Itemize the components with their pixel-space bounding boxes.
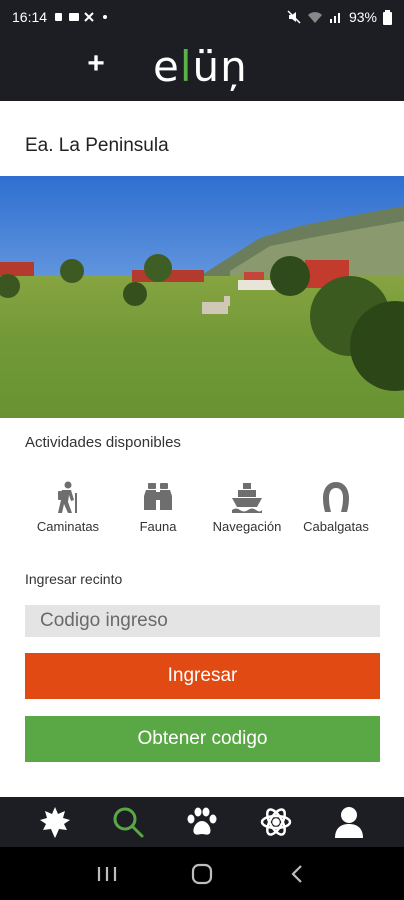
battery-icon bbox=[383, 9, 392, 25]
back-button[interactable] bbox=[279, 856, 315, 892]
nav-fauna[interactable] bbox=[182, 802, 222, 842]
activity-label: Cabalgatas bbox=[303, 519, 369, 534]
leaf-icon bbox=[39, 807, 70, 838]
search-icon bbox=[113, 807, 144, 838]
notification-icons bbox=[55, 12, 108, 22]
atom-icon bbox=[260, 808, 291, 836]
access-heading: Ingresar recinto bbox=[25, 571, 123, 587]
activity-cabalgatas[interactable]: Cabalgatas bbox=[286, 480, 386, 540]
hiker-icon bbox=[51, 480, 85, 514]
activity-fauna[interactable]: Fauna bbox=[108, 480, 208, 540]
activity-caminatas[interactable]: Caminatas bbox=[18, 480, 118, 540]
nav-atom[interactable] bbox=[256, 802, 296, 842]
home-button[interactable] bbox=[184, 856, 220, 892]
horseshoe-icon bbox=[319, 480, 353, 514]
mute-icon bbox=[287, 10, 301, 24]
system-nav bbox=[0, 847, 404, 900]
binoculars-icon bbox=[141, 480, 175, 514]
paw-icon bbox=[187, 807, 217, 835]
recent-apps-icon bbox=[98, 866, 117, 881]
place-title: Ea. La Peninsula bbox=[25, 135, 169, 156]
status-bar: 16:14 93% bbox=[0, 0, 404, 34]
recent-apps-button[interactable] bbox=[89, 856, 125, 892]
back-icon bbox=[291, 864, 302, 883]
activity-navegacion[interactable]: Navegación bbox=[197, 480, 297, 540]
wifi-icon bbox=[307, 12, 322, 23]
activity-label: Fauna bbox=[139, 519, 177, 534]
add-button[interactable]: + bbox=[82, 49, 110, 79]
submit-button[interactable]: Ingresar bbox=[25, 653, 380, 699]
bottom-nav bbox=[0, 797, 404, 847]
app-header: + e l üņ bbox=[0, 34, 404, 101]
code-input[interactable] bbox=[25, 605, 380, 637]
home-icon bbox=[191, 863, 213, 884]
get-code-button[interactable]: Obtener codigo bbox=[25, 716, 380, 762]
activities-heading: Actividades disponibles bbox=[25, 434, 181, 451]
activities-list: Caminatas Fauna Navegación Cabalgatas bbox=[0, 480, 404, 540]
battery-level: 93% bbox=[348, 9, 377, 25]
user-icon bbox=[335, 807, 364, 838]
place-photo bbox=[0, 176, 404, 418]
ship-icon bbox=[230, 480, 264, 514]
nav-search[interactable] bbox=[108, 802, 148, 842]
activity-label: Navegación bbox=[212, 519, 282, 534]
app-logo: e l üņ bbox=[153, 41, 248, 91]
nav-leaf[interactable] bbox=[35, 802, 75, 842]
signal-icon bbox=[329, 13, 340, 23]
status-time: 16:14 bbox=[12, 9, 48, 25]
activity-label: Caminatas bbox=[36, 519, 100, 534]
nav-profile[interactable] bbox=[329, 802, 369, 842]
